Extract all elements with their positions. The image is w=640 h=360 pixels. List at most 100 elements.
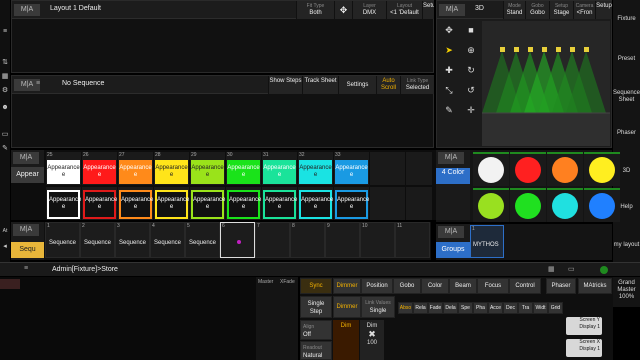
color-preset-tile[interactable] (510, 152, 546, 186)
sequence-tile[interactable]: 4 Sequence (150, 222, 185, 258)
feature-dimmer[interactable]: Dimmer (333, 278, 361, 294)
grand-master[interactable]: Grand Master 100% (613, 277, 640, 307)
attribute-column[interactable]: Tra (518, 302, 533, 314)
sequence-tile[interactable]: 6 (220, 222, 255, 258)
pan-icon[interactable]: ✚ (439, 61, 459, 79)
readout-button[interactable]: Readout Natural (300, 341, 332, 360)
sequence-tile[interactable]: 10 (360, 222, 395, 258)
align-button[interactable]: Align Off (300, 320, 332, 340)
empty-tile[interactable] (406, 187, 432, 220)
tool-icon[interactable]: ✎ (439, 101, 459, 119)
feature-color[interactable]: Color (421, 278, 449, 294)
matricks-button[interactable]: MAtricks (578, 278, 612, 294)
appearance-tile[interactable]: Appearance e (226, 187, 261, 220)
appearance-tile[interactable]: Appearance e (262, 187, 297, 220)
back-icon[interactable]: ◂ (1, 242, 9, 250)
single-step-button[interactable]: Single Step (300, 296, 332, 318)
show-steps-button[interactable]: Show Steps (268, 76, 302, 94)
auto-scroll-button[interactable]: Auto Scroll (376, 76, 400, 94)
rotate-icon[interactable]: ↻ (461, 61, 481, 79)
appearance-tile[interactable]: 26 Appearance e (82, 152, 117, 185)
appearance-tile[interactable]: 27 Appearance e (118, 152, 153, 185)
zoom-icon[interactable]: ⤡ (439, 81, 459, 99)
stage-button[interactable]: Setup Stage (549, 1, 573, 19)
sequence-tile[interactable]: 9 (325, 222, 360, 258)
link-values-button[interactable]: Link Values Single (361, 296, 395, 318)
grid-icon[interactable]: ▦ (1, 72, 9, 80)
appearance-tile[interactable]: Appearance e (154, 187, 189, 220)
command-line-input[interactable]: Admin[Fixture]>Store (52, 266, 118, 273)
keyboard-icon[interactable]: ▦ (548, 265, 555, 273)
menu-icon[interactable]: ≡ (36, 80, 40, 87)
move-icon[interactable]: ✥ (334, 1, 352, 19)
appearance-tile[interactable]: 33 Appearance e (334, 152, 369, 185)
view-button-sequence-sheet[interactable]: Sequence Sheet (613, 90, 640, 104)
layer-button[interactable]: Layer DMX (352, 1, 386, 19)
color-preset-tile[interactable] (584, 152, 620, 186)
track-sheet-button[interactable]: Track Sheet (302, 76, 338, 94)
attribute-column[interactable]: Dela (443, 302, 458, 314)
menu-icon[interactable]: ≡ (24, 265, 28, 272)
view-button-preset[interactable]: Preset (613, 56, 640, 63)
empty-tile[interactable] (370, 152, 405, 185)
dim-encoder[interactable]: Dim (333, 320, 359, 360)
sequence-tile[interactable]: 11 (395, 222, 430, 258)
appearance-tile[interactable]: Appearance e (118, 187, 153, 220)
sequence-tile[interactable]: 1 Sequence (45, 222, 80, 258)
appearance-tile[interactable]: Appearance e (334, 187, 369, 220)
empty-tile[interactable] (406, 152, 432, 185)
sequence-tile[interactable]: 2 Sequence (80, 222, 115, 258)
feature-control[interactable]: Control (509, 278, 541, 294)
mode-button[interactable]: Mode Stand (503, 1, 525, 19)
feature-position[interactable]: Position (361, 278, 393, 294)
sequence-tile[interactable]: 8 (290, 222, 325, 258)
appearance-tile[interactable]: 32 Appearance e (298, 152, 333, 185)
attribute-column[interactable]: Acce (488, 302, 503, 314)
appearance-tile[interactable]: Appearance e (190, 187, 225, 220)
user-icon[interactable]: ☻ (1, 104, 9, 111)
feature-beam[interactable]: Beam (449, 278, 477, 294)
view-button-phaser[interactable]: Phaser (613, 130, 640, 137)
settings-icon[interactable]: ⚙ (1, 86, 9, 94)
color-preset-tile[interactable] (473, 152, 509, 186)
attribute-column[interactable]: Abso (398, 302, 413, 314)
screen-x-encoder[interactable]: Screen X Display 1 (566, 339, 602, 357)
color-preset-tile[interactable] (473, 188, 509, 222)
appearance-tile[interactable]: 28 Appearance e (154, 152, 189, 185)
sequence-tile[interactable]: 7 (255, 222, 290, 258)
dimmer-filter-button[interactable]: Dimmer (333, 296, 361, 318)
attribute-column[interactable]: Widt (533, 302, 548, 314)
appearance-tile[interactable]: 30 Appearance e (226, 152, 261, 185)
sequence-tile[interactable]: 5 Sequence (185, 222, 220, 258)
layout-select-button[interactable]: Layout <1 'Default (386, 1, 422, 19)
sync-button[interactable]: Sync (300, 278, 332, 294)
at-label[interactable]: At (1, 228, 9, 234)
appearance-tile[interactable]: 31 Appearance e (262, 152, 297, 185)
arrows-icon[interactable]: ⇅ (1, 58, 9, 66)
camera-icon[interactable]: ■ (461, 21, 481, 39)
dim-value[interactable]: Dim ✖ 100 (360, 320, 384, 360)
settings-button[interactable]: Settings (338, 76, 376, 94)
color-preset-tile[interactable] (510, 188, 546, 222)
link-type-button[interactable]: Link Type Selected (400, 76, 434, 94)
appearance-tile[interactable]: Appearance e (46, 187, 81, 220)
select-icon[interactable]: ✥ (439, 21, 459, 39)
fit-icon[interactable]: ✛ (461, 101, 481, 119)
phaser-button[interactable]: Phaser (546, 278, 576, 294)
feature-focus[interactable]: Focus (477, 278, 509, 294)
appearance-tile[interactable]: Appearance e (82, 187, 117, 220)
attribute-column[interactable]: Grid (548, 302, 563, 314)
empty-tile[interactable] (370, 187, 405, 220)
window-icon[interactable]: ▭ (568, 265, 575, 273)
orbit-icon[interactable]: ↺ (461, 81, 481, 99)
appearance-tile[interactable]: 29 Appearance e (190, 152, 225, 185)
color-preset-tile[interactable] (547, 188, 583, 222)
attribute-column[interactable]: Pha (473, 302, 488, 314)
appearance-tile[interactable]: 25 Appearance e (46, 152, 81, 185)
target-icon[interactable]: ⊕ (461, 41, 481, 59)
attribute-column[interactable]: Dec (503, 302, 518, 314)
color-preset-tile[interactable] (584, 188, 620, 222)
pencil-icon[interactable]: ✎ (1, 144, 9, 152)
feature-gobo[interactable]: Gobo (393, 278, 421, 294)
chat-icon[interactable]: ▭ (1, 130, 9, 138)
